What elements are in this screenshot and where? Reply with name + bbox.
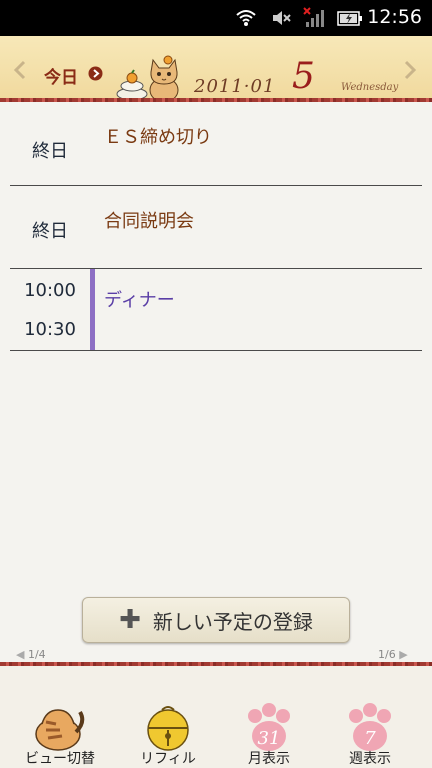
- page-indicator-right: 1/6 ▶: [378, 648, 408, 661]
- event-row[interactable]: 10:00 10:30 ディナー: [10, 269, 422, 351]
- signal-icon: [303, 7, 324, 27]
- right-triangle-icon: ▶: [395, 648, 408, 661]
- view-switch-label: ビュー切替: [25, 751, 95, 767]
- paw-icon: 7: [349, 703, 391, 751]
- today-button[interactable]: 今日: [44, 63, 78, 88]
- status-bar: 12:56: [0, 0, 432, 36]
- next-day-arrow[interactable]: [402, 60, 418, 80]
- event-title: ＥＳ締め切り: [104, 127, 212, 148]
- refill-button[interactable]: リフィル: [114, 666, 222, 768]
- add-event-button[interactable]: ✚ 新しい予定の登録: [82, 597, 350, 643]
- day-number: 5: [292, 56, 315, 97]
- event-title: 合同説明会: [104, 211, 194, 232]
- new-year-cat-icon: [116, 55, 179, 102]
- paw-icon: 31: [248, 703, 290, 751]
- week-badge: 7: [364, 728, 376, 749]
- today-arrow-icon[interactable]: [88, 66, 103, 81]
- refill-label: リフィル: [140, 751, 196, 767]
- event-end-time: 10:30: [24, 319, 76, 340]
- battery-icon: [337, 11, 362, 26]
- plus-icon: ✚: [119, 605, 141, 635]
- bell-icon: [147, 706, 189, 751]
- year-month: 2011·01: [194, 76, 276, 97]
- mute-icon: [273, 11, 291, 25]
- month-view-label: 月表示: [248, 751, 290, 767]
- bottom-toolbar: ビュー切替 リフィル 31 月表示 7 週表示: [0, 666, 432, 768]
- month-view-button[interactable]: 31 月表示: [215, 666, 323, 768]
- event-row[interactable]: 終日 合同説明会: [10, 186, 422, 269]
- event-time: 終日: [32, 221, 68, 242]
- week-view-button[interactable]: 7 週表示: [316, 666, 424, 768]
- event-title: ディナー: [104, 290, 175, 311]
- add-event-label: 新しい予定の登録: [152, 609, 313, 634]
- page-indicator-left: ◀ 1/4: [16, 648, 46, 661]
- view-switch-button[interactable]: ビュー切替: [6, 666, 114, 768]
- header-divider: [0, 98, 432, 102]
- prev-day-arrow[interactable]: [12, 60, 28, 80]
- clock: 12:56: [367, 6, 422, 28]
- weekday: Wednesday: [341, 82, 399, 93]
- left-triangle-icon: ◀: [16, 648, 28, 661]
- day-header: 今日 2011·01 5 Wednesday: [0, 36, 432, 102]
- cat-icon: [35, 709, 85, 751]
- week-view-label: 週表示: [349, 751, 391, 767]
- month-badge: 31: [258, 728, 281, 749]
- event-color-bar: [90, 269, 95, 350]
- event-time: 終日: [32, 141, 68, 162]
- wifi-icon: [236, 10, 256, 26]
- event-row[interactable]: 終日 ＥＳ締め切り: [10, 103, 422, 186]
- event-list: 終日 ＥＳ締め切り 終日 合同説明会 10:00 10:30 ディナー: [10, 103, 422, 351]
- event-start-time: 10:00: [24, 280, 76, 301]
